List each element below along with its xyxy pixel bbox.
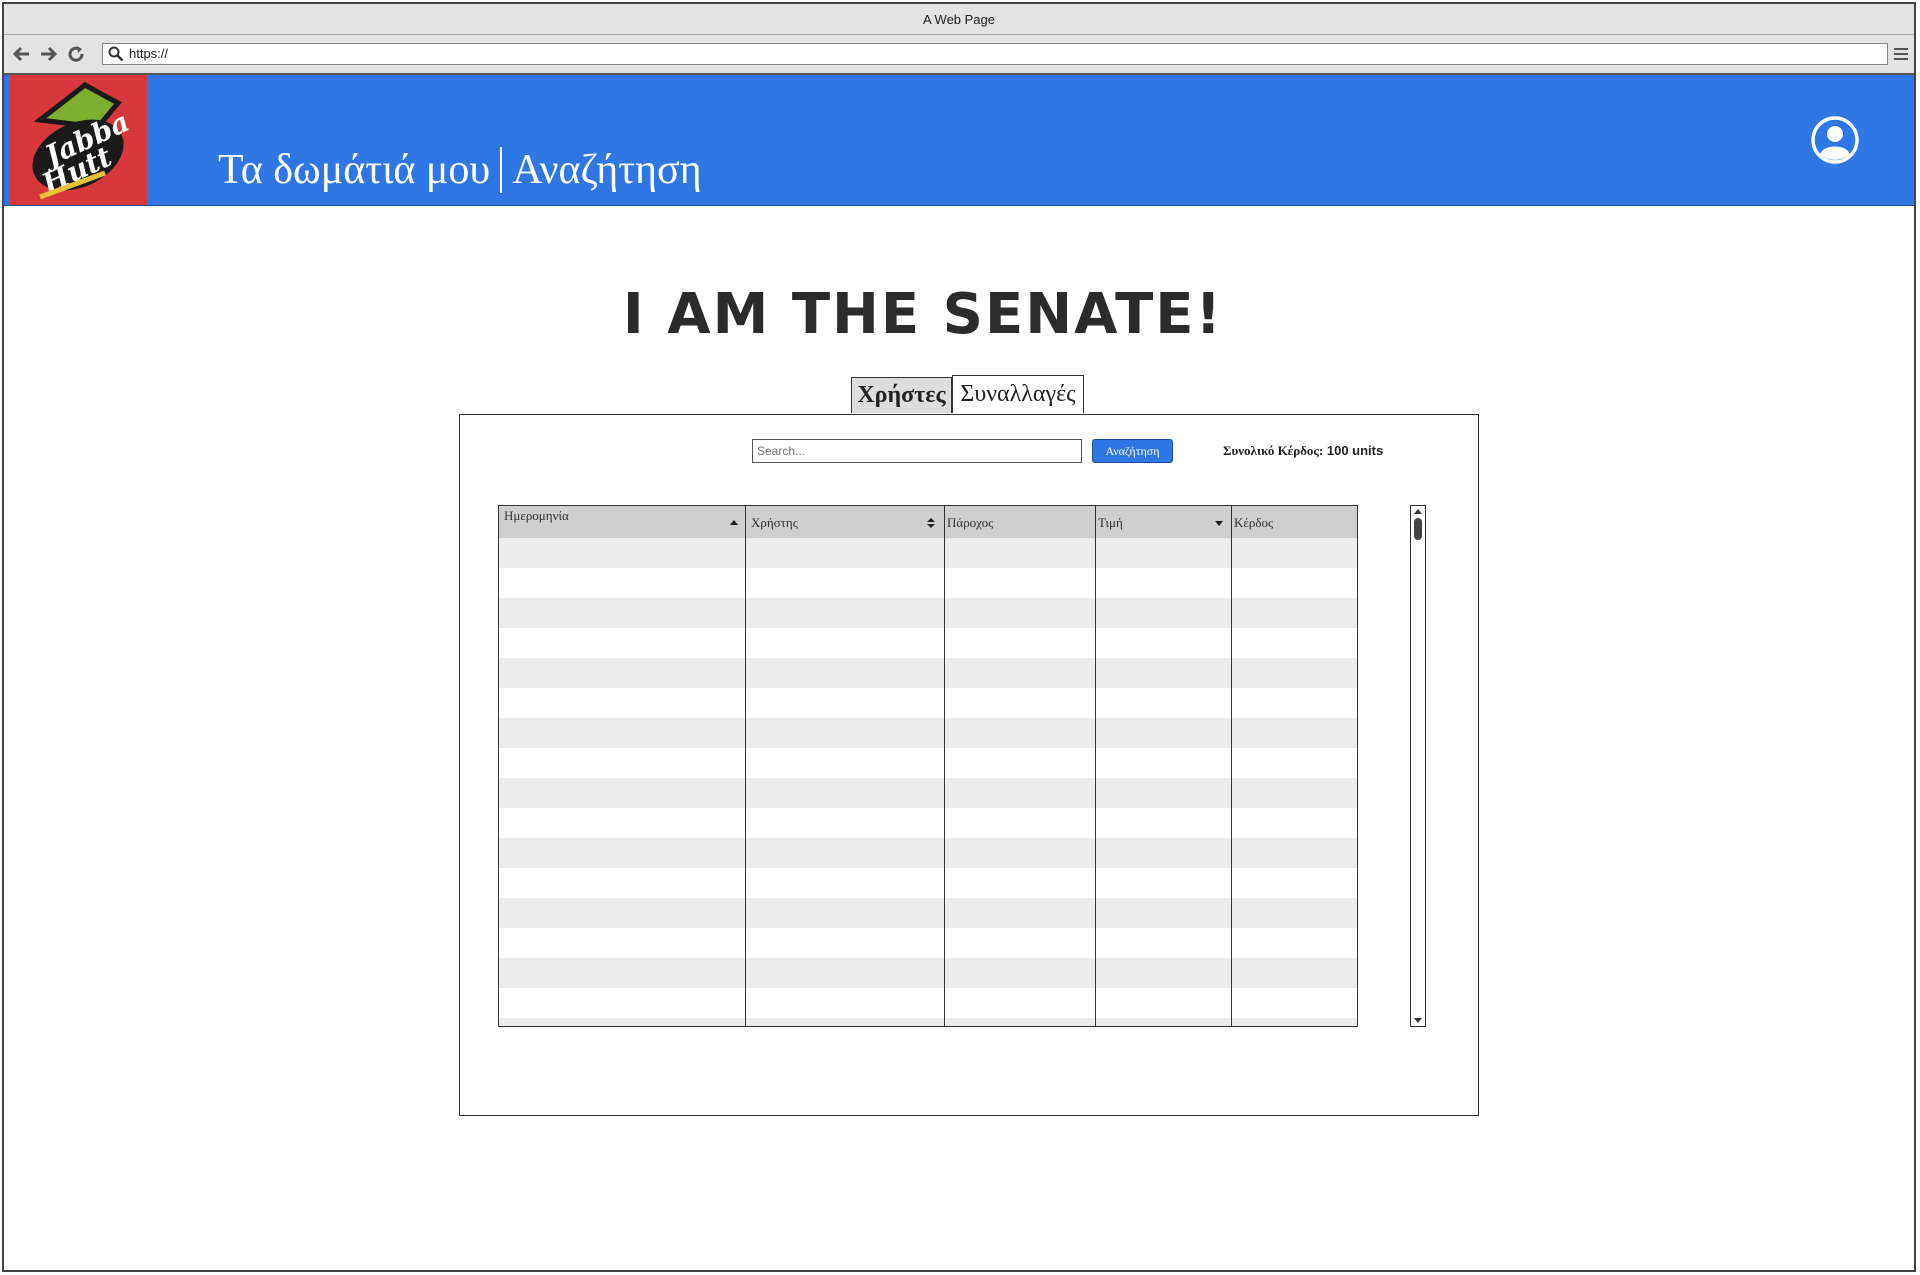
column-price: Τιμή <box>1095 506 1231 1026</box>
page-title: I AM THE SENATE! <box>622 282 1224 347</box>
reload-icon[interactable] <box>66 44 86 64</box>
sort-both-icon[interactable] <box>926 517 936 529</box>
column-header-date[interactable]: Ημερομηνία <box>504 508 569 524</box>
column-provider: Πάροχος <box>944 506 1095 1026</box>
column-header-user[interactable]: Χρήστης <box>751 515 798 531</box>
column-date: Ημερομηνία <box>499 506 745 1026</box>
scrollbar-thumb[interactable] <box>1414 518 1422 540</box>
column-header-profit[interactable]: Κέρδος <box>1234 515 1273 531</box>
window-title: A Web Page <box>922 11 996 27</box>
search-button[interactable]: Αναζήτηση <box>1092 439 1173 463</box>
table-scrollbar[interactable] <box>1410 505 1426 1027</box>
browser-window: A Web Page https:// Jabba Hutt Τα δωμάτι… <box>2 2 1916 1272</box>
tab-users[interactable]: Χρήστες <box>851 377 952 413</box>
sort-descending-icon[interactable] <box>1214 517 1224 529</box>
column-profit: Κέρδος <box>1231 506 1357 1026</box>
sort-ascending-icon[interactable] <box>729 517 739 529</box>
total-profit-label: Συνολικό Κέρδος: <box>1223 443 1324 458</box>
total-profit-value: 100 units <box>1326 443 1384 458</box>
window-titlebar: A Web Page <box>4 4 1914 35</box>
url-text: https:// <box>129 46 169 61</box>
site-header: Jabba Hutt Τα δωμάτιά μου Αναζήτηση <box>4 75 1914 206</box>
column-user: Χρήστης <box>745 506 944 1026</box>
browser-toolbar: https:// <box>4 35 1914 75</box>
nav-divider <box>500 147 503 193</box>
nav-search[interactable]: Αναζήτηση <box>512 146 701 194</box>
forward-arrow-icon[interactable] <box>38 44 58 64</box>
tab-transactions[interactable]: Συναλλαγές <box>952 375 1084 413</box>
transactions-table: Ημερομηνία Χρήστης Πάροχος Τιμή Κέρδος <box>498 505 1358 1027</box>
scroll-down-arrow-icon[interactable] <box>1414 1018 1422 1023</box>
total-profit: Συνολικό Κέρδος: 100 units <box>1223 443 1383 459</box>
transactions-panel: Αναζήτηση Συνολικό Κέρδος: 100 units Ημε… <box>459 414 1479 1116</box>
scroll-up-arrow-icon[interactable] <box>1414 509 1422 514</box>
jabba-hutt-logo[interactable]: Jabba Hutt <box>10 75 147 205</box>
main-nav: Τα δωμάτιά μου Αναζήτηση <box>218 145 702 195</box>
search-icon <box>108 46 124 62</box>
user-avatar-icon[interactable] <box>1810 115 1860 165</box>
search-input[interactable] <box>752 439 1082 463</box>
column-header-provider[interactable]: Πάροχος <box>947 515 993 531</box>
back-arrow-icon[interactable] <box>12 44 32 64</box>
column-header-price[interactable]: Τιμή <box>1098 515 1123 531</box>
address-bar[interactable]: https:// <box>102 43 1888 65</box>
hamburger-menu-icon[interactable] <box>1894 48 1908 60</box>
nav-my-rooms[interactable]: Τα δωμάτιά μου <box>218 146 490 194</box>
